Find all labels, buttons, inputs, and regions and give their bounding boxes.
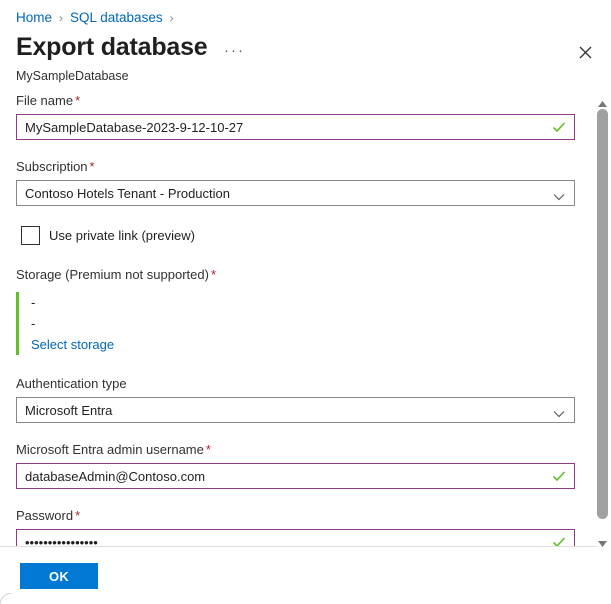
subscription-dropdown[interactable]: Contoso Hotels Tenant - Production [16, 180, 575, 206]
export-database-form: File name* Subscription* Conto [0, 92, 595, 546]
use-private-link-label: Use private link (preview) [49, 227, 195, 245]
page-title: Export database [16, 31, 208, 63]
ok-button[interactable]: OK [20, 563, 98, 589]
scroll-down-icon[interactable] [597, 535, 608, 543]
password-label: Password* [16, 507, 579, 525]
admin-username-input-wrap [16, 463, 575, 489]
form-scrollbar[interactable] [594, 92, 611, 546]
subscription-value: Contoso Hotels Tenant - Production [25, 186, 230, 201]
more-options-button[interactable]: ··· [224, 43, 246, 59]
admin-username-label-text: Microsoft Entra admin username [16, 442, 204, 457]
select-storage-link[interactable]: Select storage [31, 334, 114, 355]
required-asterisk: * [90, 159, 95, 174]
authentication-type-value: Microsoft Entra [25, 403, 112, 418]
field-subscription: Subscription* Contoso Hotels Tenant - Pr… [16, 158, 579, 206]
close-icon[interactable] [573, 40, 597, 64]
breadcrumb-separator-icon: › [170, 9, 174, 27]
scroll-up-icon[interactable] [597, 95, 608, 103]
authentication-type-dropdown[interactable]: Microsoft Entra [16, 397, 575, 423]
file-name-label-text: File name [16, 93, 73, 108]
checkbox-box-icon [21, 226, 40, 245]
breadcrumb: Home › SQL databases › [16, 9, 181, 27]
required-asterisk: * [211, 267, 216, 282]
field-admin-username: Microsoft Entra admin username* [16, 441, 579, 489]
page-subtitle: MySampleDatabase [16, 68, 129, 84]
password-input-wrap [16, 529, 575, 546]
required-asterisk: * [206, 442, 211, 457]
required-asterisk: * [75, 508, 80, 523]
title-row: Export database ··· [16, 31, 246, 63]
admin-username-label: Microsoft Entra admin username* [16, 441, 579, 459]
export-database-blade: Home › SQL databases › Export database ·… [0, 0, 611, 604]
admin-username-input[interactable] [16, 463, 575, 489]
chevron-down-icon [553, 406, 565, 414]
authentication-type-label: Authentication type [16, 375, 579, 393]
password-label-text: Password [16, 508, 73, 523]
use-private-link-checkbox[interactable]: Use private link (preview) [21, 226, 195, 245]
storage-label: Storage (Premium not supported)* [16, 266, 579, 284]
subscription-label: Subscription* [16, 158, 579, 176]
file-name-input[interactable] [16, 114, 575, 140]
storage-account-value: - [31, 292, 579, 313]
file-name-input-wrap [16, 114, 575, 140]
breadcrumb-separator-icon: › [59, 9, 63, 27]
field-authentication-type: Authentication type Microsoft Entra [16, 375, 579, 423]
storage-container-value: - [31, 313, 579, 334]
breadcrumb-item-home[interactable]: Home [16, 9, 52, 27]
scrollbar-thumb[interactable] [597, 109, 608, 519]
breadcrumb-item-sql-databases[interactable]: SQL databases [70, 9, 163, 27]
required-asterisk: * [75, 93, 80, 108]
subscription-label-text: Subscription [16, 159, 88, 174]
storage-label-text: Storage (Premium not supported) [16, 267, 209, 282]
field-password: Password* [16, 507, 579, 546]
password-input[interactable] [16, 529, 575, 546]
resize-grip[interactable] [0, 592, 12, 604]
storage-group: - - Select storage [16, 292, 579, 355]
footer: OK [0, 547, 611, 604]
form-scroll-region: File name* Subscription* Conto [0, 92, 611, 546]
chevron-down-icon [553, 189, 565, 197]
field-storage: Storage (Premium not supported)* - - Sel… [16, 266, 579, 355]
field-file-name: File name* [16, 92, 579, 140]
file-name-label: File name* [16, 92, 579, 110]
